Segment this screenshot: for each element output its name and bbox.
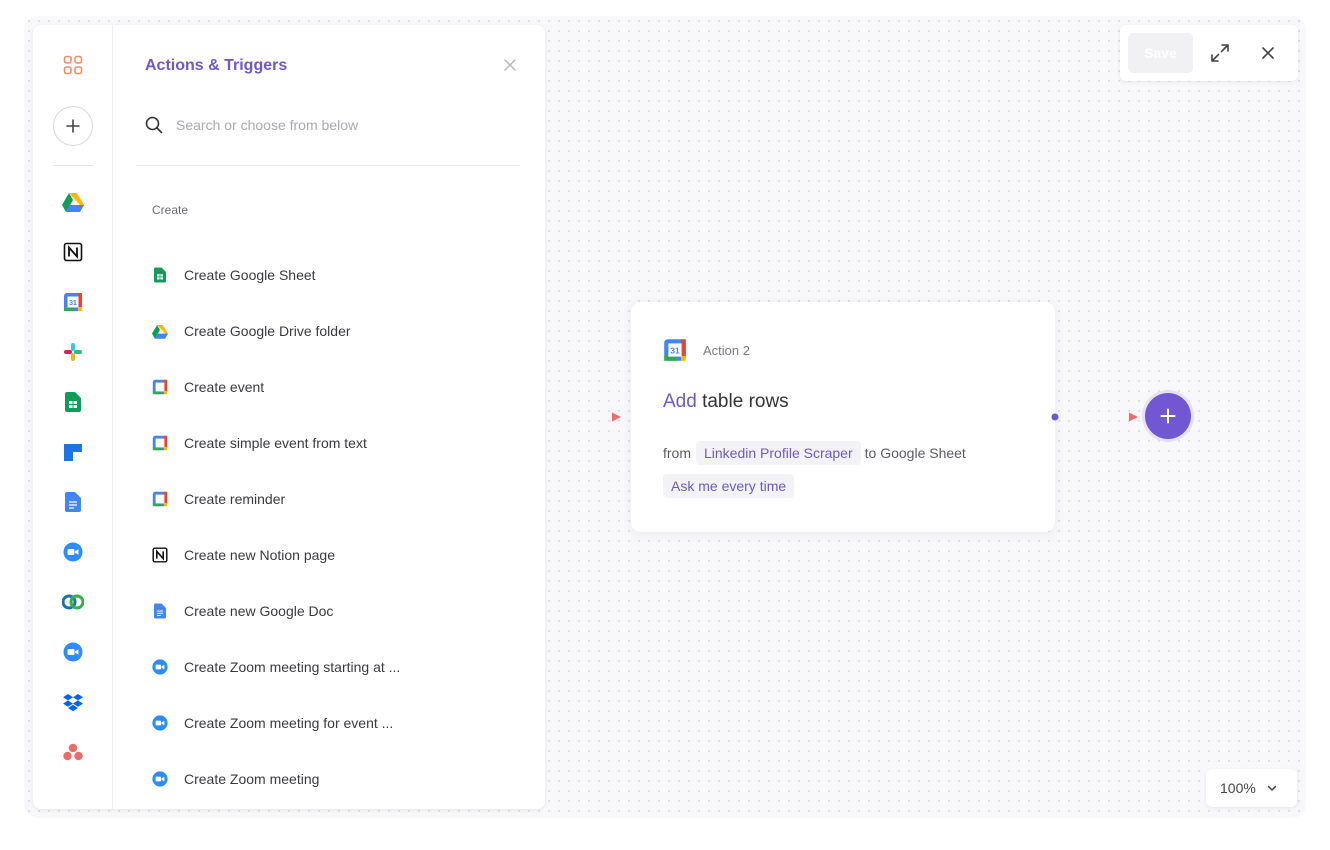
- google-sheets-icon[interactable]: [57, 386, 89, 418]
- source-chip[interactable]: Linkedin Profile Scraper: [696, 441, 861, 465]
- list-item[interactable]: Create event: [152, 367, 532, 407]
- zoom-icon: [152, 715, 168, 731]
- list-item[interactable]: Create Zoom meeting for event ...: [152, 703, 532, 743]
- list-item[interactable]: Create Zoom meeting: [152, 759, 532, 799]
- google-calendar-icon: [152, 491, 168, 507]
- action-title-rest: table rows: [697, 391, 789, 412]
- list-item[interactable]: Create Google Sheet: [152, 255, 532, 295]
- slack-icon[interactable]: [57, 336, 89, 368]
- zoom-select[interactable]: 100%: [1206, 769, 1297, 807]
- add-step-circle: [1145, 393, 1191, 439]
- google-calendar-icon[interactable]: 31: [57, 286, 89, 318]
- zoom-icon[interactable]: [57, 536, 89, 568]
- ask-line: Ask me every time: [663, 474, 794, 498]
- from-text: from: [663, 445, 691, 461]
- list-item-label: Create Zoom meeting starting at ...: [184, 659, 400, 675]
- app-rail: 31: [33, 25, 113, 809]
- list-item[interactable]: Create new Notion page: [152, 535, 532, 575]
- top-toolbar: Save: [1120, 25, 1298, 81]
- list-item-label: Create simple event from text: [184, 435, 367, 451]
- zoom-icon[interactable]: [57, 636, 89, 668]
- list-item[interactable]: Create Google Drive folder: [152, 311, 532, 351]
- rail-divider: [53, 165, 93, 166]
- google-drive-icon: [152, 323, 168, 339]
- dropbox-icon[interactable]: [57, 686, 89, 718]
- plus-icon: [66, 119, 80, 133]
- asana-icon[interactable]: [57, 736, 89, 768]
- list-item-label: Create event: [184, 379, 264, 395]
- notion-icon[interactable]: [57, 236, 89, 268]
- svg-text:31: 31: [670, 346, 680, 356]
- expand-icon[interactable]: [1210, 43, 1230, 63]
- google-docs-icon[interactable]: [57, 486, 89, 518]
- zoom-level: 100%: [1220, 780, 1256, 796]
- svg-text:31: 31: [69, 300, 77, 307]
- save-button[interactable]: Save: [1128, 33, 1193, 73]
- connector-arrow: [545, 408, 623, 426]
- action-title: Add table rows: [663, 391, 789, 413]
- list-item[interactable]: Create simple event from text: [152, 423, 532, 463]
- list-item-label: Create new Google Doc: [184, 603, 333, 619]
- panel-title: Actions & Triggers: [145, 57, 287, 75]
- chevron-down-icon: [1266, 782, 1278, 794]
- google-drive-icon[interactable]: [57, 186, 89, 218]
- to-text: to Google Sheet: [865, 445, 966, 461]
- panel-content: Actions & Triggers Create Create Google …: [114, 25, 545, 809]
- list-item-label: Create Google Sheet: [184, 267, 316, 283]
- search-bar: [136, 105, 520, 166]
- add-app-button[interactable]: [53, 106, 93, 146]
- google-calendar-icon: 31: [663, 338, 687, 362]
- list-item-label: Create Zoom meeting: [184, 771, 319, 787]
- webex-icon[interactable]: [57, 586, 89, 618]
- add-step-button[interactable]: [1142, 390, 1194, 442]
- action-label: Action 2: [703, 343, 750, 358]
- zoom-icon: [152, 659, 168, 675]
- trello-icon[interactable]: [57, 436, 89, 468]
- google-calendar-icon: [152, 435, 168, 451]
- canvas[interactable]: 31: [24, 16, 1306, 818]
- action-card[interactable]: 31 Action 2 Add table rows from Linkedin…: [631, 302, 1055, 532]
- close-panel-icon[interactable]: [503, 58, 517, 72]
- search-icon: [145, 116, 163, 134]
- google-sheets-icon: [152, 267, 168, 283]
- list-item-label: Create reminder: [184, 491, 285, 507]
- list-item-label: Create new Notion page: [184, 547, 335, 563]
- section-label: Create: [152, 203, 188, 217]
- google-calendar-icon: [152, 379, 168, 395]
- action-config-line: from Linkedin Profile Scraper to Google …: [663, 440, 966, 466]
- plus-icon: [1160, 408, 1176, 424]
- ask-chip[interactable]: Ask me every time: [663, 474, 794, 498]
- actions-panel: 31: [33, 25, 545, 809]
- action-verb: Add: [663, 391, 697, 412]
- list-item[interactable]: Create Zoom meeting starting at ...: [152, 647, 532, 687]
- apps-grid-icon[interactable]: [57, 49, 89, 81]
- google-docs-icon: [152, 603, 168, 619]
- close-icon[interactable]: [1260, 45, 1276, 61]
- list-item-label: Create Google Drive folder: [184, 323, 351, 339]
- list-item-label: Create Zoom meeting for event ...: [184, 715, 393, 731]
- search-input[interactable]: [176, 115, 496, 135]
- list-item[interactable]: Create reminder: [152, 479, 532, 519]
- list-item[interactable]: Create new Google Doc: [152, 591, 532, 631]
- notion-icon: [152, 547, 168, 563]
- zoom-icon: [152, 771, 168, 787]
- connector-arrow-out: [1050, 408, 1140, 426]
